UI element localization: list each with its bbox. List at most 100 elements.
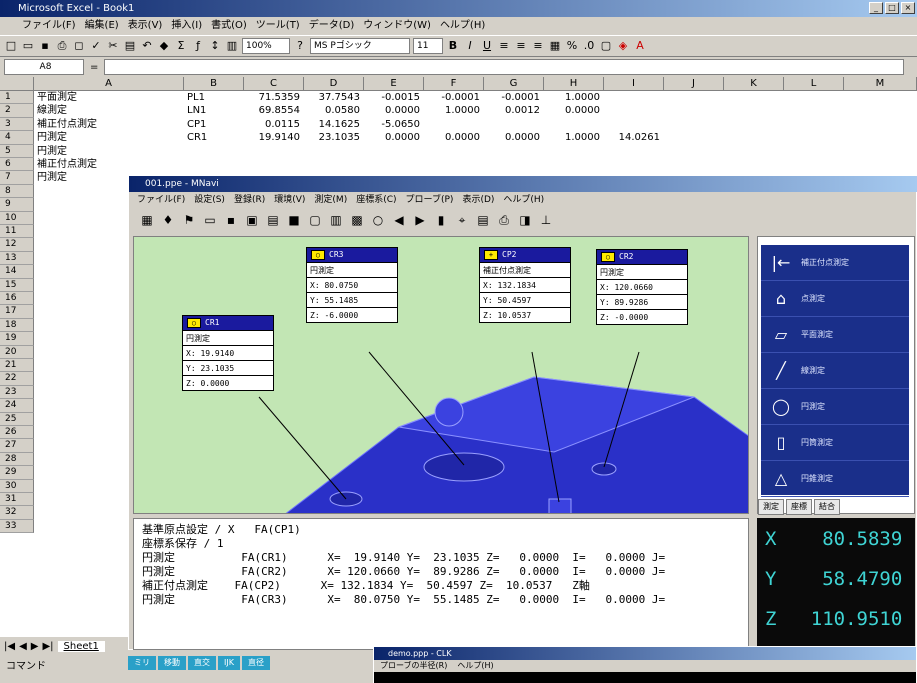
row-header[interactable]: 23 <box>0 385 34 400</box>
table-cell[interactable]: 0.0012 <box>484 104 540 117</box>
save-icon[interactable]: ▪ <box>38 39 52 53</box>
column-header[interactable]: M <box>844 77 917 91</box>
funckey-diameter[interactable]: 直径 <box>241 656 270 670</box>
funckey-move[interactable]: 移動 <box>158 656 186 670</box>
row-header[interactable]: 19 <box>0 332 34 346</box>
table-cell[interactable]: LN1 <box>187 104 243 117</box>
row-header[interactable]: 11 <box>0 225 34 239</box>
next-icon[interactable]: ▶ <box>412 212 428 228</box>
table-cell[interactable]: 補正付点測定 <box>37 118 183 131</box>
column-header[interactable]: I <box>604 77 664 91</box>
flag-icon[interactable]: ⚑ <box>181 212 197 228</box>
row-header[interactable]: 25 <box>0 412 34 426</box>
column-header[interactable]: F <box>424 77 484 91</box>
column-header[interactable]: H <box>544 77 604 91</box>
panel-icon[interactable]: ▥ <box>328 212 344 228</box>
label-cr2[interactable]: ○ CR2 円測定 X: 120.0660 Y: 89.9286 Z: -0.00… <box>596 249 688 325</box>
sum-icon[interactable]: Σ <box>174 39 188 53</box>
table-cell[interactable]: 0.0580 <box>304 104 360 117</box>
save-icon[interactable]: ▪ <box>223 212 239 228</box>
table-cell[interactable]: 1.0000 <box>544 131 600 144</box>
table-cell[interactable]: 0.0000 <box>424 131 480 144</box>
circle-icon[interactable]: ○ <box>370 212 386 228</box>
column-header[interactable]: D <box>304 77 364 91</box>
decimal-icon[interactable]: .0 <box>582 39 596 53</box>
menu-help[interactable]: ヘルプ(H) <box>440 17 485 35</box>
table-cell[interactable]: 0.0000 <box>484 131 540 144</box>
table-cell[interactable]: 1.0000 <box>424 104 480 117</box>
menu-window[interactable]: ウィンドウ(W) <box>363 17 431 35</box>
font-size-select[interactable]: 11 <box>413 38 443 54</box>
label-cr3[interactable]: ○ CR3 円測定 X: 80.0750 Y: 55.1485 Z: -6.000… <box>306 247 398 323</box>
close-icon[interactable]: × <box>901 2 915 14</box>
wire-view-icon[interactable]: ▢ <box>307 212 323 228</box>
underline-icon[interactable]: U <box>480 39 494 53</box>
report-icon[interactable]: ▤ <box>475 212 491 228</box>
maximize-icon[interactable]: □ <box>885 2 899 14</box>
menu-view[interactable]: 表示(V) <box>128 17 163 35</box>
row-header[interactable]: 16 <box>0 292 34 306</box>
table-cell[interactable]: 0.0000 <box>364 131 420 144</box>
tool-cylinder[interactable]: ▯ 円筒測定 <box>761 425 909 461</box>
tab-nav-prev-icon[interactable]: ◀ <box>19 641 27 652</box>
zoom-select[interactable]: 100% <box>242 38 290 54</box>
table-cell[interactable]: 19.9140 <box>244 131 300 144</box>
menu-edit[interactable]: 編集(E) <box>85 17 119 35</box>
paste-icon[interactable]: ▤ <box>123 39 137 53</box>
table-cell[interactable]: CR1 <box>187 131 243 144</box>
row-header[interactable]: 32 <box>0 506 34 520</box>
fill-color-icon[interactable]: ◈ <box>616 39 630 53</box>
undo-icon[interactable]: ↶ <box>140 39 154 53</box>
row-header[interactable]: 9 <box>0 198 34 212</box>
function-icon[interactable]: ƒ <box>191 39 205 53</box>
table-cell[interactable]: 円測定 <box>37 145 183 158</box>
row-header[interactable]: 5 <box>0 144 34 158</box>
menu-tools[interactable]: ツール(T) <box>256 17 300 35</box>
tab-combine[interactable]: 結合 <box>814 499 840 515</box>
file-icon[interactable]: ▮ <box>433 212 449 228</box>
table-cell[interactable]: 平面測定 <box>37 91 183 104</box>
menu-data[interactable]: データ(D) <box>309 17 355 35</box>
row-header[interactable]: 1 <box>0 91 34 105</box>
row-header[interactable]: 3 <box>0 117 34 132</box>
tool-plane[interactable]: ▱ 平面測定 <box>761 317 909 353</box>
tool-line[interactable]: ╱ 線測定 <box>761 353 909 389</box>
clk-menu-probe-radius[interactable]: プローブの半径(R) <box>380 660 447 672</box>
tab-measure[interactable]: 測定 <box>758 499 784 515</box>
font-color-icon[interactable]: A <box>633 39 647 53</box>
mnavi-menu-register[interactable]: 登録(R) <box>234 192 265 208</box>
row-header[interactable]: 6 <box>0 158 34 172</box>
table-cell[interactable]: -0.0001 <box>484 91 540 104</box>
clk-menu-help[interactable]: ヘルプ(H) <box>457 660 493 672</box>
table-cell[interactable]: 37.7543 <box>304 91 360 104</box>
block-icon[interactable]: ▩ <box>349 212 365 228</box>
row-header[interactable]: 10 <box>0 211 34 225</box>
tool-point[interactable]: ⌂ 点測定 <box>761 281 909 317</box>
row-header[interactable]: 21 <box>0 359 34 373</box>
table-cell[interactable]: -5.0650 <box>364 118 420 131</box>
tab-nav-first-icon[interactable]: |◀ <box>4 641 15 652</box>
minimize-icon[interactable]: _ <box>869 2 883 14</box>
bold-icon[interactable]: B <box>446 39 460 53</box>
grid-icon[interactable]: ▦ <box>139 212 155 228</box>
table-cell[interactable]: 71.5359 <box>244 91 300 104</box>
row-header[interactable]: 17 <box>0 305 34 319</box>
row-header[interactable]: 8 <box>0 184 34 199</box>
chart-icon[interactable]: ▥ <box>225 39 239 53</box>
spell-icon[interactable]: ✓ <box>89 39 103 53</box>
sort-icon[interactable]: ↕ <box>208 39 222 53</box>
3d-viewport[interactable]: ○ CR3 円測定 X: 80.0750 Y: 55.1485 Z: -6.000… <box>133 236 749 514</box>
label-cr1[interactable]: ○ CR1 円測定 X: 19.9140 Y: 23.1035 Z: 0.0000 <box>182 315 274 391</box>
table-cell[interactable]: 1.0000 <box>544 91 600 104</box>
border-icon[interactable]: ▢ <box>599 39 613 53</box>
window-icon[interactable]: ▣ <box>244 212 260 228</box>
row-header[interactable]: 14 <box>0 265 34 279</box>
mnavi-menu-help[interactable]: ヘルプ(H) <box>503 192 544 208</box>
column-header[interactable]: L <box>784 77 844 91</box>
row-header[interactable]: 27 <box>0 439 34 453</box>
table-cell[interactable]: 0.0000 <box>364 104 420 117</box>
funckey-ortho[interactable]: 直交 <box>188 656 216 670</box>
table-cell[interactable]: 補正付点測定 <box>37 158 183 171</box>
row-header[interactable]: 24 <box>0 399 34 413</box>
sheet-tab[interactable]: Sheet1 <box>57 640 105 652</box>
